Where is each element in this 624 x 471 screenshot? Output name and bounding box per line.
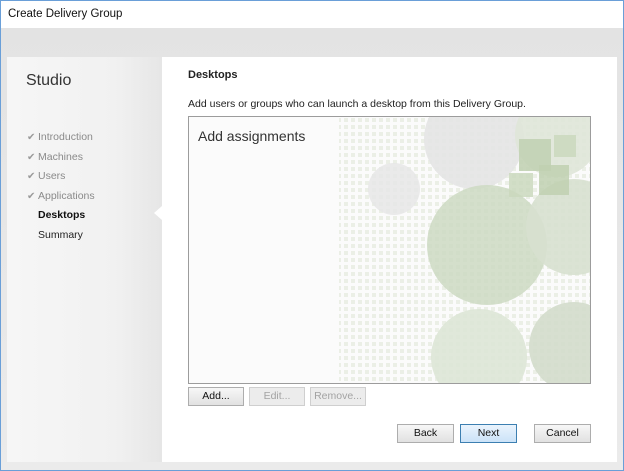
step-users[interactable]: ✔ Users: [27, 169, 95, 189]
window-title: Create Delivery Group: [8, 8, 123, 20]
step-desktops[interactable]: ✔Desktops: [27, 208, 95, 228]
check-icon: ✔: [27, 151, 36, 163]
step-label: Introduction: [38, 131, 93, 143]
step-introduction[interactable]: ✔ Introduction: [27, 130, 95, 150]
sidebar-heading: Studio: [26, 72, 72, 89]
step-applications[interactable]: ✔ Applications: [27, 189, 95, 209]
page-title: Desktops: [188, 69, 238, 81]
wizard-steps: ✔ Introduction ✔ Machines ✔ Users ✔ Applicat…: [27, 130, 95, 247]
step-label: Applications: [38, 189, 95, 202]
page-description: Add users or groups who can launch a des…: [188, 98, 526, 110]
step-machines[interactable]: ✔ Machines: [27, 150, 95, 170]
add-button[interactable]: Add...: [188, 387, 244, 406]
assignments-heading: Add assignments: [198, 128, 306, 144]
title-bar: Create Delivery Group: [1, 1, 623, 28]
check-icon: ✔: [27, 132, 36, 143]
current-step-pointer: [154, 206, 162, 220]
back-button[interactable]: Back: [397, 424, 454, 443]
step-label: Desktops: [38, 209, 86, 221]
cancel-button[interactable]: Cancel: [534, 424, 591, 443]
step-summary[interactable]: ✔Summary: [27, 228, 95, 248]
check-icon: ✔: [27, 171, 36, 182]
step-label: Machines: [38, 150, 83, 163]
wizard-sidebar: [7, 57, 162, 462]
next-button[interactable]: Next: [460, 424, 517, 443]
assignments-list[interactable]: Add assignments: [188, 116, 591, 384]
remove-button[interactable]: Remove...: [310, 387, 366, 406]
citrix-watermark-icon: [339, 117, 590, 383]
edit-button[interactable]: Edit...: [249, 387, 305, 406]
step-label: Users: [38, 170, 66, 182]
step-label: Summary: [38, 228, 83, 241]
check-icon: ✔: [27, 190, 36, 202]
